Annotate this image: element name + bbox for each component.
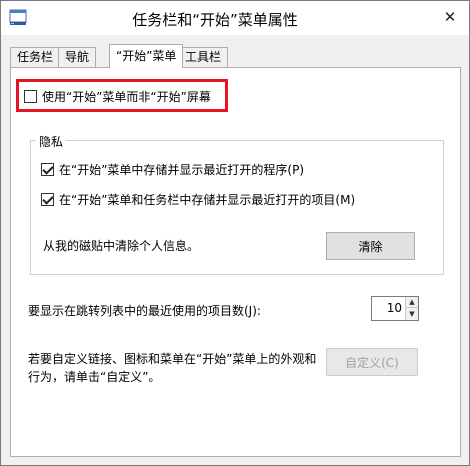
close-button[interactable]: ✕: [437, 5, 463, 29]
start-menu-panel: 使用“开始”菜单而非“开始”屏幕 隐私 在“开始”菜单中存储并显示最近打开的程序…: [10, 67, 461, 457]
store-items-checkbox[interactable]: [41, 193, 54, 206]
clear-info-text: 从我的磁贴中清除个人信息。: [43, 239, 200, 253]
customize-text-line2: 行为，请单击“自定义”。: [28, 370, 161, 384]
spin-up-arrow-icon[interactable]: ▲: [406, 297, 418, 308]
start-screen-label: 使用“开始”菜单而非“开始”屏幕: [42, 90, 211, 104]
store-programs-checkbox[interactable]: [41, 163, 54, 176]
properties-dialog: 任务栏和“开始”菜单属性 ✕ 任务栏 导航 “开始”菜单 工具栏 使用“开始”菜…: [0, 0, 470, 466]
close-icon: ✕: [443, 8, 457, 26]
store-items-option[interactable]: 在“开始”菜单和任务栏中存储并显示最近打开的项目(M): [41, 191, 355, 208]
store-programs-label: 在“开始”菜单中存储并显示最近打开的程序(P): [59, 163, 305, 177]
jumplist-count-value[interactable]: 10: [372, 297, 406, 320]
privacy-legend: 隐私: [36, 133, 67, 150]
jumplist-count-spinner[interactable]: 10 ▲ ▼: [371, 296, 419, 321]
start-screen-option[interactable]: 使用“开始”菜单而非“开始”屏幕: [24, 88, 211, 105]
spin-down-arrow-icon[interactable]: ▼: [406, 308, 418, 319]
window-title: 任务栏和“开始”菜单属性: [132, 11, 298, 29]
privacy-group: 隐私 在“开始”菜单中存储并显示最近打开的程序(P) 在“开始”菜单和任务栏中存…: [30, 133, 444, 275]
tab-start-menu[interactable]: “开始”菜单: [109, 44, 184, 68]
customize-text-line1: 若要自定义链接、图标和菜单在“开始”菜单上的外观和: [28, 352, 317, 366]
tab-taskbar[interactable]: 任务栏: [10, 47, 61, 67]
tab-toolbars[interactable]: 工具栏: [178, 47, 229, 67]
jumplist-label: 要显示在跳转列表中的最近使用的项目数(J):: [28, 304, 261, 318]
store-items-label: 在“开始”菜单和任务栏中存储并显示最近打开的项目(M): [59, 193, 356, 207]
store-programs-option[interactable]: 在“开始”菜单中存储并显示最近打开的程序(P): [41, 161, 304, 178]
title-bar[interactable]: 任务栏和“开始”菜单属性 ✕: [1, 1, 469, 35]
customize-button[interactable]: 自定义(C): [326, 348, 418, 376]
tab-navigation[interactable]: 导航: [58, 47, 97, 67]
clear-button[interactable]: 清除: [326, 232, 415, 260]
spinner-arrows: ▲ ▼: [405, 297, 418, 320]
start-screen-checkbox[interactable]: [24, 90, 37, 103]
